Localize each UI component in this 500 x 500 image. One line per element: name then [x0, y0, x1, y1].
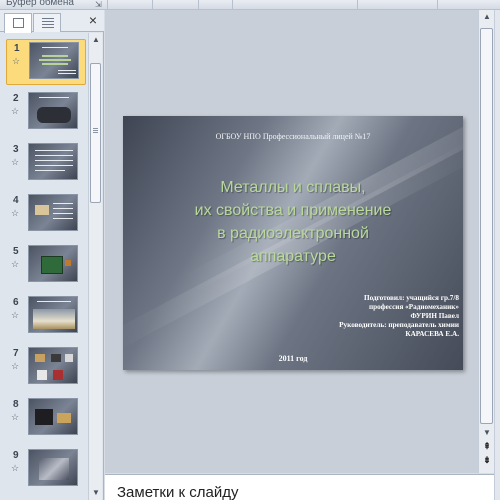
slides-tab-icon: [13, 18, 24, 28]
ribbon-separator: [107, 0, 108, 9]
outline-tab-icon: [42, 18, 54, 28]
tab-slides[interactable]: [4, 13, 32, 33]
next-slide-icon[interactable]: ⇟: [479, 454, 495, 466]
slide-title-line: в радиоэлектронной: [217, 225, 369, 242]
credits-line: Подготовил: учащийся гр.7/8: [363, 294, 459, 302]
current-slide[interactable]: ОГБОУ НПО Профессиональный лицей №17 Мет…: [123, 116, 463, 370]
slide-thumbnail-image: [28, 92, 78, 129]
slide-thumbnail-image: [28, 347, 78, 384]
ribbon-separator: [198, 0, 199, 9]
scroll-down-icon[interactable]: ▼: [89, 486, 103, 500]
slide-canvas: ОГБОУ НПО Профессиональный лицей №17 Мет…: [105, 10, 478, 473]
star-icon: ☆: [11, 106, 20, 116]
slide-number: 2: [13, 93, 19, 104]
scroll-down-icon[interactable]: ▼: [479, 426, 495, 440]
slide-thumbnail-image: [28, 194, 78, 231]
scroll-up-icon[interactable]: ▲: [479, 10, 495, 24]
close-icon[interactable]: ×: [86, 12, 100, 28]
slide-number: 9: [13, 450, 19, 461]
slide-title-line: Металлы и сплавы,: [220, 179, 366, 196]
slide-credits[interactable]: Подготовил: учащийся гр.7/8 профессия «Р…: [259, 294, 459, 339]
star-icon: ☆: [11, 463, 20, 473]
scrollbar-thumb[interactable]: [480, 28, 493, 424]
slide-title-line: аппаратуре: [250, 248, 336, 265]
scroll-up-icon[interactable]: ▲: [89, 33, 103, 47]
slide-thumbnail-image: [28, 296, 78, 333]
slide-organization[interactable]: ОГБОУ НПО Профессиональный лицей №17: [123, 132, 463, 141]
clipboard-group-label: Буфер обмена: [6, 0, 74, 8]
slide-thumbnail-1[interactable]: 1 ☆: [6, 39, 86, 85]
slide-thumbnail-image: [28, 245, 78, 282]
credits-line: Руководитель: преподаватель химии: [339, 321, 459, 329]
star-icon: ☆: [11, 361, 20, 371]
star-icon: ☆: [11, 310, 20, 320]
credits-line: ФУРИН Павел: [410, 312, 459, 320]
slide-number: 7: [13, 348, 19, 359]
slide-number: 8: [13, 399, 19, 410]
panel-tabbar: ×: [0, 10, 104, 33]
slide-thumbnail-5[interactable]: 5 ☆: [0, 243, 88, 289]
ribbon-separator: [152, 0, 153, 9]
slide-number: 3: [13, 144, 19, 155]
slide-number: 5: [13, 246, 19, 257]
slide-thumbnail-image: [28, 143, 78, 180]
slide-thumbnail-2[interactable]: 2 ☆: [0, 90, 88, 136]
tab-outline[interactable]: [33, 13, 61, 32]
star-icon: ☆: [11, 208, 20, 218]
scrollbar-thumb[interactable]: [90, 63, 101, 203]
slide-thumbnail-image: [28, 398, 78, 435]
slide-thumbnail-8[interactable]: 8 ☆: [0, 396, 88, 442]
slide-year[interactable]: 2011 год: [123, 354, 463, 363]
slide-thumbnail-list: 1 ☆ 2 ☆ 3 ☆ 4 ☆ 5 ☆ 6 ☆ 7 ☆ 8 ☆ 9 ☆: [0, 33, 88, 500]
slide-number: 1: [14, 43, 20, 54]
credits-line: КАРАСЕВА Е.А.: [405, 330, 459, 338]
slide-title-line: их свойства и применение: [194, 202, 392, 219]
ribbon-separator: [357, 0, 358, 9]
ribbon-separator: [232, 0, 233, 9]
thumbnail-scrollbar[interactable]: ▲ ▼: [88, 33, 102, 500]
previous-slide-icon[interactable]: ⇞: [479, 440, 495, 452]
ribbon-separator: [437, 0, 438, 9]
slide-number: 4: [13, 195, 19, 206]
slide-title[interactable]: Металлы и сплавы, их свойства и применен…: [123, 176, 463, 268]
dialog-launcher-icon[interactable]: ⇲: [95, 0, 102, 9]
star-icon: ☆: [12, 56, 21, 66]
slide-thumbnail-9[interactable]: 9 ☆: [0, 447, 88, 493]
slide-thumbnail-6[interactable]: 6 ☆: [0, 294, 88, 340]
star-icon: ☆: [11, 157, 20, 167]
credits-line: профессия «Радиомеханик»: [368, 303, 459, 311]
slide-thumbnail-image: [29, 42, 79, 79]
window-edge: [494, 10, 500, 500]
star-icon: ☆: [11, 259, 20, 269]
slide-thumbnail-4[interactable]: 4 ☆: [0, 192, 88, 238]
ribbon-strip: Буфер обмена ⇲: [0, 0, 500, 10]
slide-thumbnail-3[interactable]: 3 ☆: [0, 141, 88, 187]
notes-placeholder[interactable]: Заметки к слайду: [117, 484, 239, 500]
slide-scrollbar[interactable]: ▲ ▼ ⇞ ⇟: [478, 10, 494, 473]
slide-number: 6: [13, 297, 19, 308]
notes-pane[interactable]: Заметки к слайду: [105, 474, 494, 500]
star-icon: ☆: [11, 412, 20, 422]
slide-thumbnail-image: [28, 449, 78, 486]
slide-thumbnail-7[interactable]: 7 ☆: [0, 345, 88, 391]
slides-panel: × 1 ☆ 2 ☆ 3 ☆ 4 ☆ 5 ☆ 6 ☆ 7 ☆ 8 ☆ 9 ☆ ▲ …: [0, 10, 104, 500]
grip-icon: [93, 128, 98, 134]
